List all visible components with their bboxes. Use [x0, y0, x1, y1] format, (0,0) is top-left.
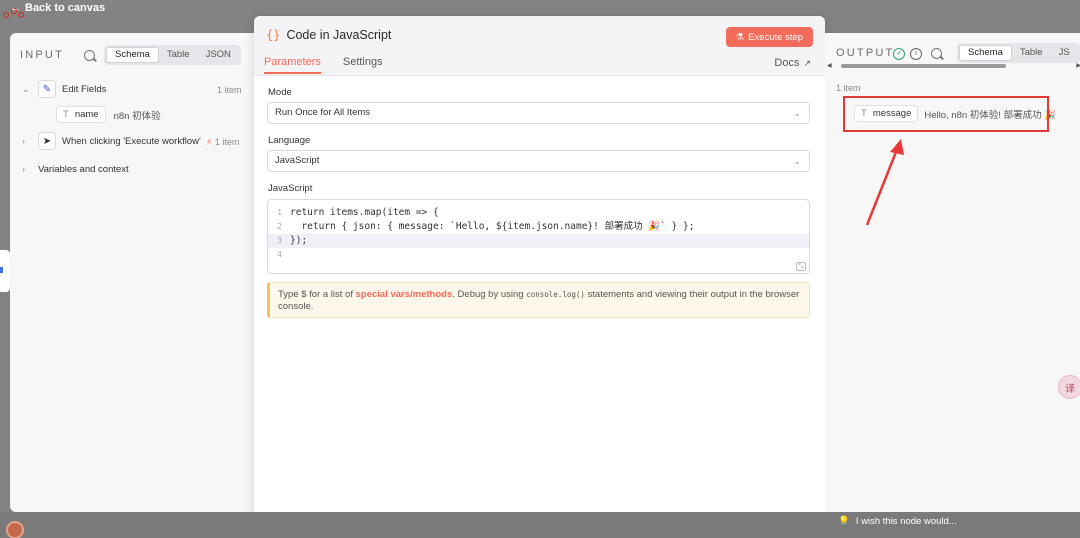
lightbulb-icon: 💡 — [838, 516, 850, 527]
tab-settings[interactable]: Settings — [343, 56, 383, 74]
mode-value: Run Once for All Items — [275, 107, 371, 118]
field-pill[interactable]: T name — [56, 106, 106, 123]
language-select[interactable]: JavaScript ⌄ — [267, 150, 810, 172]
code-line-active: 3 }); — [268, 234, 809, 248]
translate-icon[interactable]: 译 — [1058, 375, 1080, 399]
search-icon[interactable] — [84, 50, 95, 61]
hint-suffix: statements and viewing their output in t… — [584, 289, 800, 300]
external-link-icon: ↗ — [803, 57, 811, 68]
tree-item-manual-trigger[interactable]: › ➤ When clicking 'Execute workflow' — [22, 132, 201, 150]
feedback-label: I wish this node would... — [855, 516, 957, 527]
node-title[interactable]: Code in JavaScript — [286, 28, 391, 42]
mode-select[interactable]: Run Once for All Items ⌄ — [267, 102, 810, 124]
input-view-tabs: Schema Table JSON — [104, 45, 241, 65]
search-icon[interactable] — [931, 48, 942, 59]
pencil-icon: ✎ — [38, 80, 56, 98]
code-braces-icon: {} — [266, 28, 281, 42]
back-to-canvas-label: Back to canvas — [25, 2, 106, 14]
hint-line2: console. — [278, 301, 314, 312]
code-text: }); — [290, 235, 308, 246]
schema-field-row: T name n8n 初体验 — [56, 106, 161, 123]
chevron-right-icon: › — [22, 136, 25, 146]
tab-table[interactable]: Table — [1012, 45, 1051, 61]
hint-callout: Type $ for a list of special vars/method… — [267, 282, 810, 318]
tree-item-variables[interactable]: › Variables and context — [22, 160, 129, 178]
scroll-right-icon[interactable]: ▶ — [1076, 62, 1080, 69]
field-name: name — [74, 109, 99, 120]
code-line: 2 return { json: { message: `Hello, ${it… — [268, 220, 809, 234]
chevron-down-icon: ⌄ — [793, 108, 801, 118]
expand-editor-icon[interactable]: ⤡ — [796, 262, 806, 271]
execute-step-label: Execute step — [748, 31, 803, 43]
item-count-row: ⚡ 1 item — [206, 137, 239, 148]
node-label: Edit Fields — [62, 83, 107, 95]
success-check-icon: ✓ — [893, 48, 905, 60]
scroll-thumb[interactable] — [841, 64, 1006, 68]
input-panel-title: INPUT — [20, 49, 64, 61]
line-number: 3 — [277, 236, 282, 245]
text-type-icon: T — [63, 109, 69, 120]
code-text: return items.map(item => { — [290, 207, 439, 218]
chevron-right-icon: › — [22, 164, 25, 174]
output-panel-title: OUTPUT — [836, 47, 895, 59]
flask-icon: ⚗ — [735, 31, 745, 43]
tab-parameters[interactable]: Parameters — [264, 56, 321, 74]
input-panel: INPUT Schema Table JSON ⌄ ✎ Edit Fields … — [10, 33, 254, 512]
output-item-count: 1 item — [836, 83, 861, 93]
lightning-icon: ⚡ — [206, 137, 213, 147]
node-label: Variables and context — [38, 163, 129, 175]
node-label: When clicking 'Execute workflow' — [62, 135, 201, 147]
tab-table[interactable]: Table — [159, 47, 198, 63]
dialog-title: {} Code in JavaScript — [266, 28, 391, 42]
horizontal-scrollbar[interactable]: ◀ ▶ — [827, 63, 1080, 69]
hint-middle: . Debug by using — [452, 289, 527, 300]
tab-json[interactable]: JSON — [198, 47, 239, 63]
code-line: 1 return items.map(item => { — [268, 206, 809, 220]
special-vars-link[interactable]: special vars/methods — [356, 289, 453, 300]
cursor-icon: ➤ — [38, 132, 56, 150]
docs-label: Docs — [774, 57, 800, 69]
canvas-side-handle[interactable] — [0, 250, 10, 292]
line-number: 1 — [277, 208, 282, 217]
arrow-left-icon: ← — [10, 2, 21, 14]
scroll-left-icon[interactable]: ◀ — [827, 62, 832, 69]
avatar[interactable] — [6, 521, 24, 538]
annotation-arrow-icon — [865, 139, 904, 226]
line-number: 4 — [277, 250, 282, 259]
language-label: Language — [268, 135, 311, 146]
info-icon[interactable]: i — [910, 48, 922, 60]
tab-schema[interactable]: Schema — [959, 45, 1012, 61]
execute-step-button[interactable]: ⚗ Execute step — [725, 27, 813, 47]
dialog-header: {} Code in JavaScript ⚗ Execute step Par… — [254, 16, 825, 76]
code-line: 4 — [268, 248, 809, 262]
back-to-canvas-link[interactable]: ← Back to canvas — [10, 2, 105, 14]
tab-schema[interactable]: Schema — [106, 47, 159, 63]
hint-prefix: Type $ for a list of — [278, 289, 356, 300]
tab-json[interactable]: JS — [1051, 45, 1078, 61]
tree-item-edit-fields[interactable]: ⌄ ✎ Edit Fields — [22, 80, 106, 98]
code-editor[interactable]: 1 return items.map(item => { 2 return { … — [267, 199, 810, 274]
javascript-label: JavaScript — [268, 183, 313, 194]
code-text: return { json: { message: `Hello, ${item… — [290, 221, 695, 232]
language-value: JavaScript — [275, 155, 320, 166]
chevron-down-icon: ⌄ — [22, 83, 30, 94]
docs-link[interactable]: Docs ↗ — [774, 57, 811, 69]
item-count: 1 item — [217, 85, 242, 95]
hint-code: console.log() — [526, 290, 585, 299]
dialog-tabs: Parameters Settings — [264, 56, 383, 74]
field-value: n8n 初体验 — [113, 110, 161, 122]
node-dialog: {} Code in JavaScript ⚗ Execute step Par… — [254, 16, 825, 529]
annotation-highlight-box — [843, 96, 1049, 132]
output-view-tabs: Schema Table JS — [957, 43, 1080, 63]
mode-label: Mode — [268, 87, 292, 98]
item-count: 1 item — [214, 137, 240, 147]
line-number: 2 — [277, 222, 282, 231]
feedback-link[interactable]: 💡 I wish this node would... — [838, 516, 957, 527]
chevron-down-icon: ⌄ — [793, 156, 801, 166]
